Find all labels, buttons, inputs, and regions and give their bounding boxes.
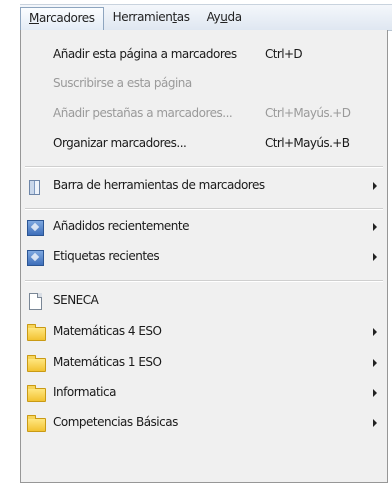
menu-label: Herramien (112, 10, 173, 24)
menu-item-bookmark-tabs: Añadir pestañas a marcadores... Ctrl+May… (21, 101, 387, 127)
menu-item-label: Etiquetas recientes (53, 249, 160, 263)
menu-item-shortcut: Ctrl+D (265, 47, 303, 61)
menu-item-subscribe: Suscribirse a esta página (21, 71, 387, 97)
menu-item-shortcut: Ctrl+Mayús.+B (265, 136, 350, 150)
bookmarks-toolbar-icon (29, 180, 40, 195)
menu-herramientas[interactable]: Herramientas (105, 7, 198, 28)
menu-marcadores[interactable]: Marcadores (20, 6, 104, 30)
menu-item-label: Competencias Básicas (53, 415, 178, 429)
smart-folder-icon (27, 250, 44, 266)
menu-item-matematicas-4-eso[interactable]: Matemáticas 4 ESO (21, 319, 387, 345)
menu-item-seneca[interactable]: SENECA (21, 288, 387, 314)
menu-label: arcadores (38, 10, 95, 25)
submenu-arrow-icon (373, 419, 377, 427)
menu-item-label: Añadir pestañas a marcadores... (53, 106, 233, 120)
menu-item-matematicas-1-eso[interactable]: Matemáticas 1 ESO (21, 350, 387, 376)
submenu-arrow-icon (373, 389, 377, 397)
menu-item-recently-added[interactable]: Añadidos recientemente (21, 214, 387, 240)
menu-item-label: Informatica (53, 385, 116, 399)
folder-icon (27, 385, 46, 402)
menu-label: as (176, 10, 190, 24)
menu-item-informatica[interactable]: Informatica (21, 380, 387, 406)
submenu-arrow-icon (373, 223, 377, 231)
menu-item-label: Matemáticas 4 ESO (53, 324, 162, 338)
menu-item-bookmarks-toolbar[interactable]: Barra de herramientas de marcadores (21, 173, 387, 199)
smart-folder-icon (27, 220, 44, 236)
menu-item-add-bookmark[interactable]: Añadir esta página a marcadores Ctrl+D (21, 42, 387, 68)
folder-icon (27, 324, 46, 341)
menu-separator (25, 208, 383, 210)
folder-icon (27, 415, 46, 432)
menu-label: Ay (206, 10, 221, 24)
submenu-arrow-icon (373, 328, 377, 336)
menu-item-label: Añadidos recientemente (53, 219, 189, 233)
folder-icon (27, 355, 46, 372)
menu-bar: Marcadores Herramientas Ayuda (0, 0, 392, 33)
menu-item-label: Organizar marcadores... (53, 136, 187, 150)
menu-item-organize-bookmarks[interactable]: Organizar marcadores... Ctrl+Mayús.+B (21, 131, 387, 157)
menu-bar-strip: Marcadores Herramientas Ayuda (20, 4, 392, 31)
menu-item-label: Añadir esta página a marcadores (53, 47, 237, 61)
menu-separator (25, 166, 383, 168)
submenu-arrow-icon (373, 182, 377, 190)
menu-ayuda[interactable]: Ayuda (199, 7, 250, 28)
bookmarks-dropdown: Añadir esta página a marcadores Ctrl+D S… (20, 30, 388, 483)
menu-item-shortcut: Ctrl+Mayús.+D (265, 106, 351, 120)
submenu-arrow-icon (373, 253, 377, 261)
menu-item-label: Barra de herramientas de marcadores (53, 178, 265, 192)
menu-item-competencias-basicas[interactable]: Competencias Básicas (21, 410, 387, 436)
menu-item-label: SENECA (53, 293, 99, 307)
menu-mnemonic: M (29, 10, 39, 25)
menu-separator (25, 280, 383, 282)
submenu-arrow-icon (373, 359, 377, 367)
menu-item-label: Matemáticas 1 ESO (53, 355, 162, 369)
page-icon (29, 293, 42, 310)
menu-item-label: Suscribirse a esta página (53, 76, 192, 90)
menu-label: da (227, 10, 242, 24)
menu-item-recent-tags[interactable]: Etiquetas recientes (21, 244, 387, 270)
